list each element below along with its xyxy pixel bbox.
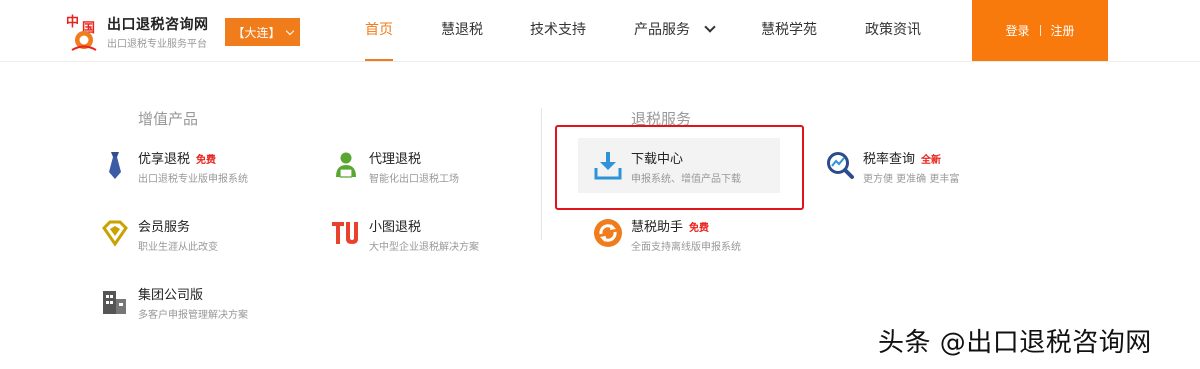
nav-item-academy[interactable]: 慧税学苑	[761, 0, 817, 61]
menu-item-download-center[interactable]: 下载中心 申报系统、增值产品下载	[593, 148, 793, 194]
nav-label: 首页	[365, 22, 393, 38]
chevron-down-icon	[704, 21, 717, 33]
city-selector[interactable]: 【大连】	[225, 18, 300, 46]
auth-divider	[1039, 25, 1041, 36]
nav-label: 技术支持	[530, 22, 586, 38]
nav-item-products[interactable]: 产品服务	[634, 0, 717, 61]
top-header: 中 国 出口退税咨询网 出口退税专业服务平台 【大连】 首页 慧退税 技术支持 …	[0, 0, 1200, 61]
item-desc: 全面支持离线版申报系统	[631, 242, 741, 253]
item-title: 会员服务	[138, 220, 191, 235]
item-title: 慧税助手	[631, 220, 684, 235]
register-link[interactable]: 注册	[1051, 22, 1075, 39]
watermark-text: 头条 @出口退税咨询网	[878, 328, 1152, 358]
city-label: 【大连】	[232, 25, 281, 40]
new-tag: 全新	[921, 155, 942, 166]
chart-search-icon	[827, 152, 854, 179]
login-link[interactable]: 登录	[1005, 22, 1029, 39]
free-tag: 免费	[196, 155, 217, 166]
download-icon	[594, 152, 622, 180]
header-divider	[0, 61, 1200, 62]
nav-label: 慧税学苑	[761, 22, 817, 38]
sync-icon	[594, 219, 622, 247]
nav-label: 产品服务	[634, 22, 690, 38]
site-subtitle: 出口退税专业服务平台	[107, 39, 207, 50]
nav-item-tech-support[interactable]: 技术支持	[530, 0, 586, 61]
item-title: 集团公司版	[138, 288, 204, 303]
item-desc: 多客户申报管理解决方案	[138, 310, 248, 321]
tu-logo-icon	[332, 222, 358, 244]
agent-icon	[336, 152, 356, 178]
item-title: 小图退税	[369, 220, 422, 235]
nav-label: 政策资讯	[865, 22, 921, 38]
menu-item-group[interactable]: 集团公司版 多客户申报管理解决方案	[100, 284, 300, 330]
chevron-down-icon	[285, 26, 294, 35]
site-logo-icon[interactable]: 中 国	[64, 10, 104, 52]
item-title: 下载中心	[631, 152, 684, 167]
nav-item-home[interactable]: 首页	[365, 0, 393, 61]
diamond-badge-icon	[102, 220, 128, 247]
item-title: 税率查询	[863, 152, 916, 167]
item-desc: 大中型企业退税解决方案	[369, 242, 479, 253]
svg-text:中: 中	[66, 14, 79, 30]
menu-item-membership[interactable]: 会员服务 职业生涯从此改变	[100, 216, 300, 262]
section-divider	[541, 108, 542, 240]
item-desc: 智能化出口退税工场	[369, 174, 459, 185]
nav-item-policy-news[interactable]: 政策资讯	[865, 0, 921, 61]
section-title-value-added: 增值产品	[138, 110, 199, 128]
item-desc: 更方便 更准确 更丰富	[863, 174, 960, 185]
menu-item-xiaotu[interactable]: 小图退税 大中型企业退税解决方案	[331, 216, 531, 262]
item-desc: 申报系统、增值产品下载	[631, 174, 741, 185]
menu-item-youxiang[interactable]: 优享退税 免费 出口退税专业版申报系统	[100, 148, 300, 194]
auth-bar: 登录 注册	[972, 0, 1108, 61]
item-title: 优享退税	[138, 152, 191, 167]
item-desc: 出口退税专业版申报系统	[138, 174, 248, 185]
menu-item-hui-assistant[interactable]: 慧税助手 免费 全面支持离线版申报系统	[593, 216, 793, 262]
tie-icon	[109, 152, 121, 179]
nav-item-hui-tuishui[interactable]: 慧退税	[441, 0, 483, 61]
site-name[interactable]: 出口退税咨询网	[107, 14, 209, 34]
building-icon	[103, 291, 126, 314]
menu-item-tax-rate[interactable]: 税率查询 全新 更方便 更准确 更丰富	[825, 148, 1025, 194]
menu-item-daili[interactable]: 代理退税 智能化出口退税工场	[331, 148, 531, 194]
item-title: 代理退税	[369, 152, 422, 167]
item-desc: 职业生涯从此改变	[138, 242, 218, 253]
nav-label: 慧退税	[441, 22, 483, 38]
free-tag: 免费	[689, 223, 710, 234]
